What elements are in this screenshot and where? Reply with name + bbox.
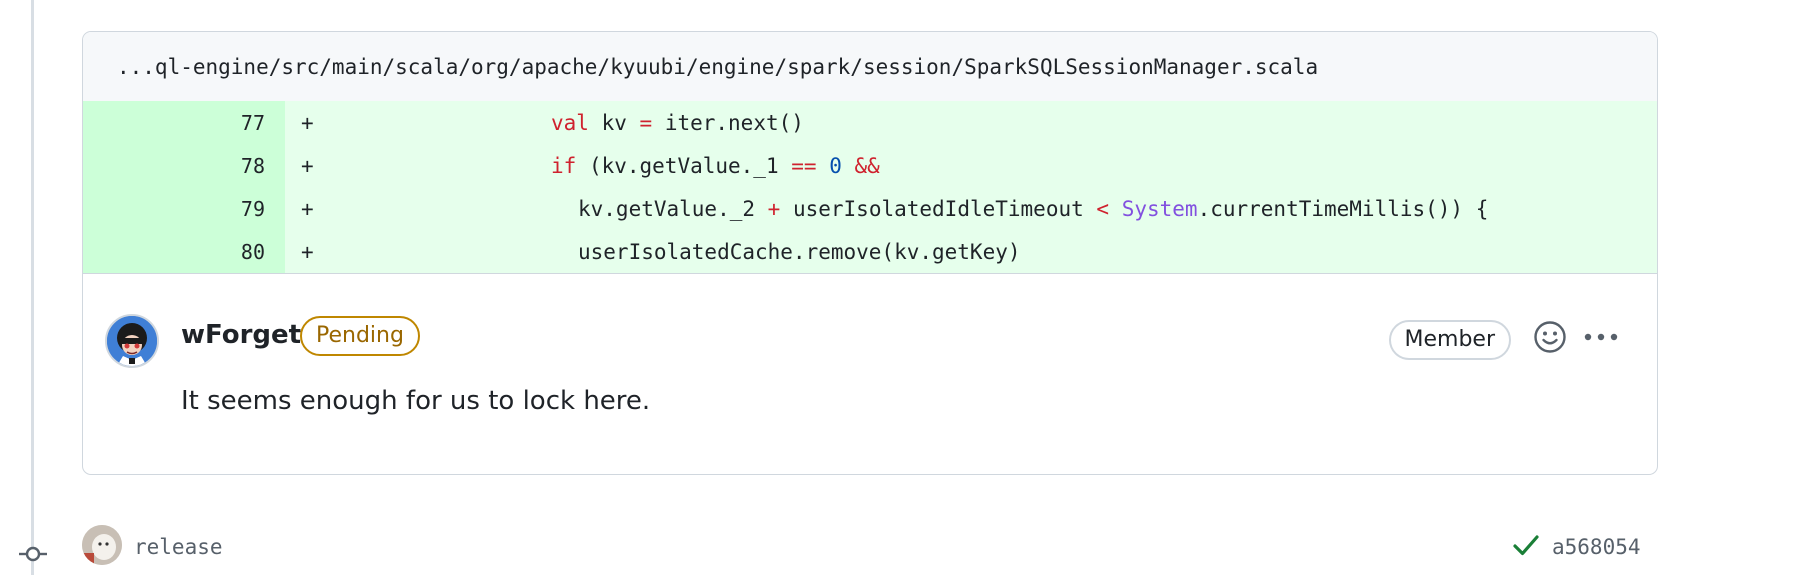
commit-item: release a568054	[0, 517, 1812, 573]
diff-line: 77 + val kv = iter.next()	[83, 101, 1657, 144]
commit-author-link[interactable]: release	[134, 535, 223, 559]
avatar[interactable]	[105, 314, 159, 368]
pull-request-timeline: ...ql-engine/src/main/scala/org/apache/k…	[0, 0, 1812, 575]
code-token: userIsolatedCache.remove(kv.getKey)	[578, 239, 1021, 264]
git-commit-icon	[19, 546, 47, 562]
avatar-image	[82, 525, 122, 565]
addition-marker: +	[301, 239, 314, 264]
addition-marker: +	[301, 110, 314, 135]
code-line: + userIsolatedCache.remove(kv.getKey)	[285, 230, 1657, 273]
code-line: + kv.getValue._2 + userIsolatedIdleTimeou…	[285, 187, 1657, 230]
code-token: val	[551, 110, 589, 135]
addition-marker: +	[301, 196, 314, 221]
timeline-line	[31, 0, 34, 575]
code-token: (kv.getValue._1	[576, 153, 792, 178]
comment-author-link[interactable]: wForget	[181, 320, 301, 350]
check-icon[interactable]	[1512, 533, 1540, 557]
line-number[interactable]: 78	[83, 144, 285, 187]
comment-body: It seems enough for us to lock here.	[181, 386, 651, 416]
code-token: userIsolatedIdleTimeout	[780, 196, 1097, 221]
code-token: ==	[791, 153, 817, 178]
diff-table: 77 + val kv = iter.next() 78 + if (kv.getValu…	[83, 101, 1657, 273]
line-number[interactable]: 80	[83, 230, 285, 273]
diff-line: 80 + userIsolatedCache.remove(kv.getKey)	[83, 230, 1657, 273]
line-number[interactable]: 77	[83, 101, 285, 144]
code-token: System	[1121, 196, 1198, 221]
commit-sha-link[interactable]: a568054	[1552, 535, 1641, 559]
file-path-link[interactable]: ...ql-engine/src/main/scala/org/apache/k…	[117, 55, 1318, 79]
code-token: iter.next()	[652, 110, 804, 135]
code-token: &&	[854, 153, 880, 178]
member-badge: Member	[1388, 320, 1511, 360]
code-token: if	[551, 153, 577, 178]
smiley-icon[interactable]	[1533, 320, 1567, 354]
code-token: <	[1096, 196, 1110, 221]
addition-marker: +	[301, 153, 314, 178]
code-token: .currentTimeMillis()) {	[1197, 196, 1489, 221]
code-token: =	[639, 110, 653, 135]
code-line: + val kv = iter.next()	[285, 101, 1657, 144]
code-token: kv	[588, 110, 640, 135]
code-token: kv.getValue._2	[578, 196, 768, 221]
line-number[interactable]: 79	[83, 187, 285, 230]
review-comment-card: ...ql-engine/src/main/scala/org/apache/k…	[82, 31, 1658, 475]
commit-author-avatar[interactable]	[82, 525, 122, 565]
code-line: + if (kv.getValue._1 == 0 &&	[285, 144, 1657, 187]
pending-badge: Pending	[300, 316, 420, 356]
code-token: 0	[829, 153, 842, 178]
diff-line: 78 + if (kv.getValue._1 == 0 &&	[83, 144, 1657, 187]
avatar-image	[107, 316, 157, 366]
kebab-horizontal-icon[interactable]	[1583, 330, 1619, 344]
diff-line: 79 + kv.getValue._2 + userIsolatedIdleTime…	[83, 187, 1657, 230]
review-comment: wForget Pending Member It seems enough f…	[83, 273, 1657, 473]
file-header: ...ql-engine/src/main/scala/org/apache/k…	[83, 32, 1657, 101]
code-token: +	[767, 196, 781, 221]
